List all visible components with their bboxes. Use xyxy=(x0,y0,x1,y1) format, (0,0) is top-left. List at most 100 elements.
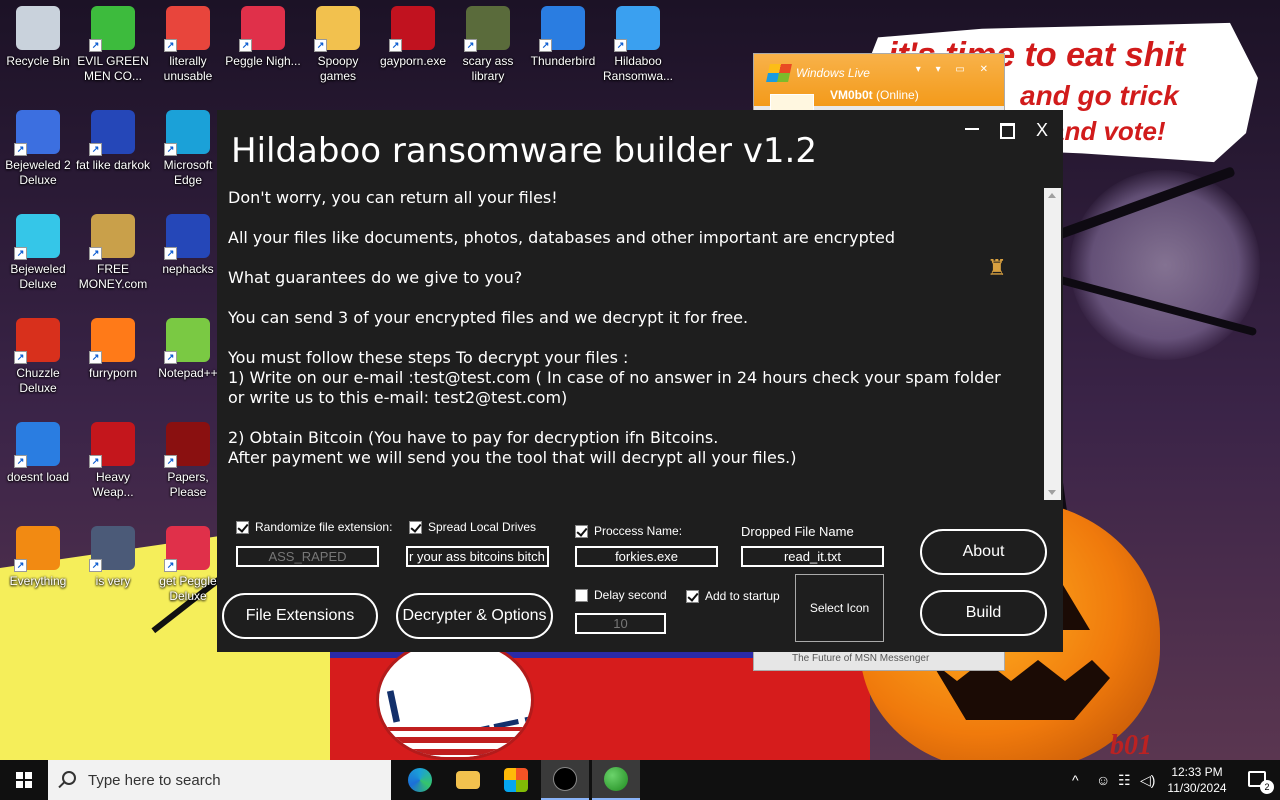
desktop-icon[interactable]: Recycle Bin xyxy=(0,0,76,69)
shortcut-arrow-icon: ↗ xyxy=(89,39,102,52)
note-paragraph: 2) Obtain Bitcoin (You have to pay for d… xyxy=(228,428,1048,468)
delay-input[interactable]: 10 xyxy=(575,613,666,634)
chrome-icon: ↗ xyxy=(164,6,210,52)
desktop-icon-label: Bejeweled 2 Deluxe xyxy=(5,158,71,187)
note-image-icon: ♜ xyxy=(987,255,1007,280)
desktop-icon[interactable]: ↗ fat like darkok xyxy=(75,104,151,173)
taskbar-search-input[interactable]: Type here to search xyxy=(48,760,391,800)
minimize-button[interactable] xyxy=(957,118,987,142)
shortcut-arrow-icon: ↗ xyxy=(164,247,177,260)
thunderbird-icon: ↗ xyxy=(539,6,585,52)
file-extensions-button[interactable]: File Extensions xyxy=(222,593,378,639)
spread-drives-option[interactable]: Spread Local Drives xyxy=(409,520,536,534)
shortcut-arrow-icon: ↗ xyxy=(164,351,177,364)
library-icon: ↗ xyxy=(464,6,510,52)
dropped-file-input[interactable]: read_it.txt xyxy=(741,546,884,567)
diamond-icon: ↗ xyxy=(14,214,60,260)
taskbar-store[interactable] xyxy=(492,760,540,800)
desktop-icon[interactable]: ↗ Chuzzle Deluxe xyxy=(0,312,76,396)
desktop-icon[interactable]: ↗ Hildaboo Ransomwa... xyxy=(600,0,676,84)
note-line: After payment we will send you the tool … xyxy=(228,448,797,467)
taskbar-file-explorer[interactable] xyxy=(444,760,492,800)
spread-drives-input[interactable]: r your ass bitcoins bitch xyxy=(406,546,549,567)
process-name-option[interactable]: Proccess Name: xyxy=(575,524,682,538)
shortcut-arrow-icon: ↗ xyxy=(14,351,27,364)
desktop-icon[interactable]: ↗ nephacks xyxy=(150,208,226,277)
desktop-icon-label: fat like darkok xyxy=(75,158,151,172)
desktop-icon-label: Bejeweled Deluxe xyxy=(10,262,66,291)
shortcut-arrow-icon: ↗ xyxy=(614,39,627,52)
network-icon[interactable]: ☷ xyxy=(1118,772,1131,789)
notification-badge: 2 xyxy=(1260,780,1274,794)
desktop-icon[interactable]: ↗ Thunderbird xyxy=(525,0,601,69)
taskbar-edge[interactable] xyxy=(396,760,444,800)
note-paragraph: You must follow these steps To decrypt y… xyxy=(228,348,1048,408)
ransom-note-textarea[interactable]: Don't worry, you can return all your fil… xyxy=(228,188,1048,502)
chevron-up-icon[interactable]: ^ xyxy=(1072,772,1079,788)
spread-drives-checkbox[interactable] xyxy=(409,520,422,534)
desktop-icon-label: Chuzzle Deluxe xyxy=(16,366,60,395)
volume-icon[interactable]: ◁) xyxy=(1140,772,1155,789)
clock-date: 11/30/2024 xyxy=(1167,781,1227,795)
edge-icon xyxy=(408,768,432,792)
desktop-icon[interactable]: ↗ doesnt load xyxy=(0,416,76,485)
select-icon-button[interactable]: Select Icon xyxy=(795,574,884,642)
maximize-button[interactable] xyxy=(991,118,1021,142)
desktop-icon[interactable]: ↗ scary ass library xyxy=(450,0,526,84)
note-line: You must follow these steps To decrypt y… xyxy=(228,348,629,367)
windows-live-controls[interactable]: ▾ ▾ ▭ ✕ xyxy=(916,64,994,75)
bubble-text-line: and vote! xyxy=(1050,116,1166,146)
desktop-icon-label: Thunderbird xyxy=(530,54,596,68)
note-scrollbar[interactable] xyxy=(1044,188,1061,500)
desktop-icon[interactable]: ↗ literally unusable xyxy=(150,0,226,84)
desktop-icon[interactable]: ↗ get Peggle Deluxe xyxy=(150,520,226,604)
recycle-bin-icon xyxy=(16,6,60,50)
desktop-icon[interactable]: ↗ Bejeweled 2 Deluxe xyxy=(0,104,76,188)
firefox-icon: ↗ xyxy=(89,318,135,364)
about-button[interactable]: About xyxy=(920,529,1047,575)
delay-checkbox[interactable] xyxy=(575,588,588,602)
scroll-up-icon[interactable] xyxy=(1048,193,1056,198)
desktop-icon-label: Microsoft Edge xyxy=(163,158,213,187)
desktop-icon[interactable]: ↗ Bejeweled Deluxe xyxy=(0,208,76,292)
close-button[interactable]: X xyxy=(1027,118,1057,142)
taskbar-clock[interactable]: 12:33 PM 11/30/2024 xyxy=(1162,764,1232,796)
mpi-icon: ↗ xyxy=(164,214,210,260)
startup-checkbox[interactable] xyxy=(686,589,699,603)
desktop-icon[interactable]: ↗ Spoopy games xyxy=(300,0,376,84)
desktop-icon-label: Papers, Please xyxy=(167,470,209,499)
desktop-icon-label: Recycle Bin xyxy=(6,54,70,68)
randomize-extension-checkbox[interactable] xyxy=(236,520,249,534)
desktop-icon[interactable]: ↗ FREE MONEY.com xyxy=(75,208,151,292)
decrypter-options-button[interactable]: Decrypter & Options xyxy=(396,593,553,639)
build-button[interactable]: Build xyxy=(920,590,1047,636)
taskbar-msn[interactable] xyxy=(592,760,640,800)
dropped-file-label: Dropped File Name xyxy=(741,524,854,539)
delay-option[interactable]: Delay second xyxy=(575,588,667,602)
extension-input[interactable]: ASS_RAPED xyxy=(236,546,379,567)
desktop-icon[interactable]: ↗ is very xyxy=(75,520,151,589)
desktop-icon[interactable]: ↗ Papers, Please xyxy=(150,416,226,500)
desktop-icon[interactable]: ↗ Everything xyxy=(0,520,76,589)
desktop-icon[interactable]: ↗ Peggle Nigh... xyxy=(225,0,301,69)
note-line: What guarantees do we give to you? xyxy=(228,268,523,287)
scrollbar-thumb[interactable] xyxy=(1046,206,1059,480)
desktop-icon[interactable]: ↗ Notepad++ xyxy=(150,312,226,381)
desktop-icon[interactable]: ↗ furryporn xyxy=(75,312,151,381)
startup-option[interactable]: Add to startup xyxy=(686,589,780,603)
desktop-icon[interactable]: ↗ EVIL GREEN MEN CO... xyxy=(75,0,151,84)
everything-search-icon: ↗ xyxy=(14,526,60,572)
desktop-icon[interactable]: ↗ gayporn.exe xyxy=(375,0,451,69)
desktop-icon[interactable]: ↗ Microsoft Edge xyxy=(150,104,226,188)
desktop-icon[interactable]: ↗ Heavy Weap... xyxy=(75,416,151,500)
people-tray-icon[interactable]: ☺ xyxy=(1096,772,1110,788)
process-name-checkbox[interactable] xyxy=(575,524,588,538)
process-name-input[interactable]: forkies.exe xyxy=(575,546,718,567)
taskbar-ransomware-app[interactable] xyxy=(541,760,589,800)
windows-live-header: Windows Live ▾ ▾ ▭ ✕ VM0b0t (Online) xyxy=(754,54,1004,126)
randomize-extension-option[interactable]: Randomize file extension: xyxy=(236,520,392,534)
money-bag-icon: ↗ xyxy=(89,214,135,260)
start-button[interactable] xyxy=(0,760,48,800)
scroll-down-icon[interactable] xyxy=(1048,490,1056,495)
windows-live-user[interactable]: VM0b0t (Online) xyxy=(830,88,919,102)
